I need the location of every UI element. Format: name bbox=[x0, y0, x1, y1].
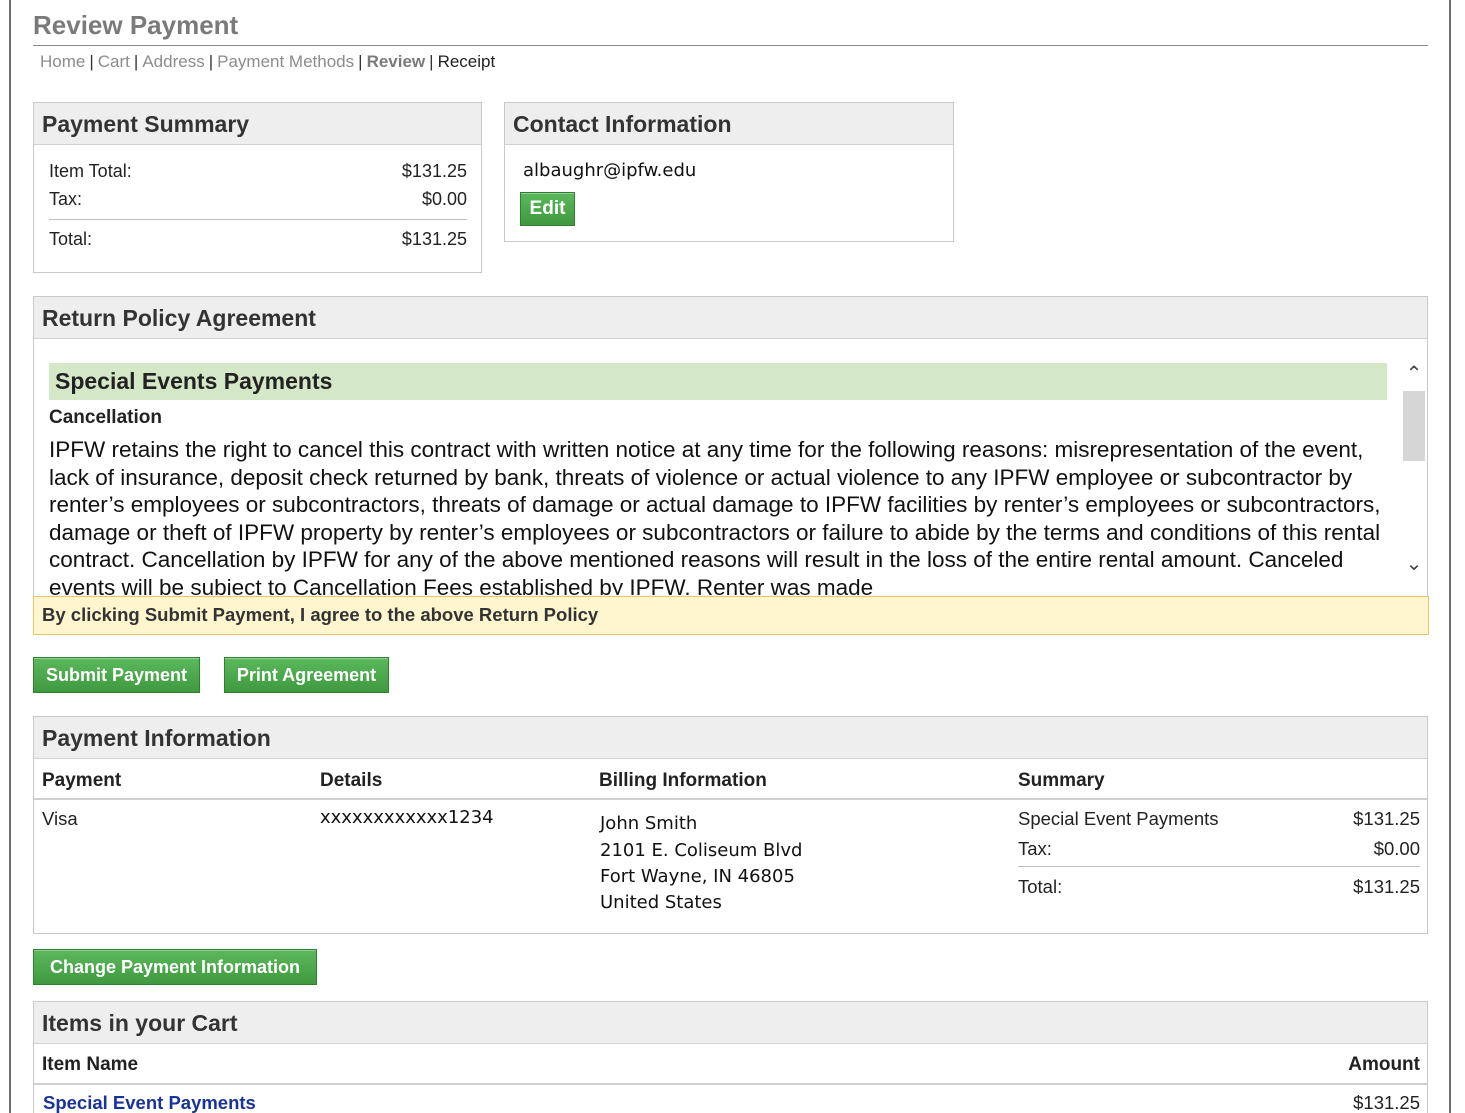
change-payment-information-button[interactable]: Change Payment Information bbox=[33, 949, 317, 985]
summary-total-row: Total: $131.25 bbox=[49, 229, 467, 250]
title-divider bbox=[33, 45, 1428, 46]
special-events-banner: Special Events Payments bbox=[49, 363, 1387, 400]
payment-summary-title: Payment Summary bbox=[34, 103, 481, 145]
page-title: Review Payment bbox=[33, 10, 239, 40]
item-name-column-header: Item Name bbox=[42, 1054, 139, 1075]
summary-total-divider bbox=[1018, 866, 1420, 867]
card-number: xxxxxxxxxxxx1234 bbox=[320, 807, 494, 828]
summary-item-label: Special Event Payments bbox=[1018, 808, 1219, 829]
cart-items-title: Items in your Cart bbox=[34, 1002, 1427, 1044]
submit-payment-button[interactable]: Submit Payment bbox=[33, 657, 200, 693]
payment-information-panel: Payment Information Payment Details Bill… bbox=[33, 716, 1428, 934]
summary-tax-value: $0.00 bbox=[421, 189, 467, 209]
breadcrumb-payment-methods[interactable]: Payment Methods bbox=[217, 52, 354, 71]
cancellation-policy-text: IPFW retains the right to cancel this co… bbox=[49, 437, 1381, 595]
summary-item-total-value: $131.25 bbox=[401, 161, 467, 181]
breadcrumb-separator: | bbox=[429, 52, 434, 71]
breadcrumb-separator: | bbox=[133, 52, 139, 71]
scrollbar-thumb[interactable] bbox=[1403, 391, 1425, 461]
breadcrumb-address[interactable]: Address bbox=[142, 52, 204, 71]
details-column-header: Details bbox=[320, 770, 383, 791]
window-frame-left bbox=[9, 0, 11, 1113]
summary-tax-label: Tax: bbox=[49, 189, 83, 209]
cart-header-divider bbox=[34, 1083, 1427, 1085]
billing-country: United States bbox=[600, 892, 722, 913]
summary-item-total-label: Item Total: bbox=[49, 161, 132, 181]
breadcrumb-receipt: Receipt bbox=[437, 52, 496, 71]
billing-column-header: Billing Information bbox=[599, 770, 767, 791]
cart-item-special-event-payments[interactable]: Special Event Payments bbox=[43, 1092, 256, 1113]
payment-information-title: Payment Information bbox=[34, 717, 1427, 759]
return-policy-scroll-area[interactable]: Special Events Payments Cancellation IPF… bbox=[34, 339, 1427, 595]
billing-street: 2101 E. Coliseum Blvd bbox=[600, 840, 803, 861]
return-policy-title: Return Policy Agreement bbox=[34, 297, 1427, 339]
breadcrumb-separator: | bbox=[208, 52, 214, 71]
billing-name: John Smith bbox=[600, 813, 698, 834]
breadcrumb-separator: | bbox=[89, 52, 94, 71]
summary-tax-row: Tax: $0.00 bbox=[49, 189, 467, 210]
breadcrumb-separator: | bbox=[358, 52, 363, 71]
summary-total-label: Total: bbox=[1018, 876, 1063, 897]
return-policy-panel: Return Policy Agreement Special Events P… bbox=[33, 296, 1429, 635]
payment-summary-panel: Payment Summary Item Total: $131.25 Tax:… bbox=[33, 102, 482, 273]
breadcrumb: Home | Cart | Address | Payment Methods | Review… bbox=[40, 52, 495, 72]
edit-contact-button[interactable]: Edit bbox=[520, 192, 575, 226]
payment-header-divider bbox=[34, 798, 1427, 800]
summary-column-header: Summary bbox=[1018, 770, 1105, 791]
payment-column-header: Payment bbox=[42, 770, 122, 791]
summary-total-value: $131.25 bbox=[1353, 876, 1420, 897]
summary-divider bbox=[49, 219, 467, 220]
payment-type: Visa bbox=[42, 808, 78, 829]
contact-email: albaughr@ipfw.edu bbox=[523, 160, 697, 181]
summary-total-label: Total: bbox=[49, 229, 93, 249]
summary-item-total-row: Item Total: $131.25 bbox=[49, 161, 467, 182]
chevron-up-icon[interactable]: ⌃ bbox=[1402, 361, 1426, 385]
cart-items-panel: Items in your Cart Item Name Amount Spec… bbox=[33, 1001, 1428, 1113]
summary-tax-value: $0.00 bbox=[1373, 838, 1420, 859]
print-agreement-button[interactable]: Print Agreement bbox=[224, 657, 389, 693]
breadcrumb-review: Review bbox=[366, 52, 426, 71]
window-frame-right bbox=[1449, 0, 1451, 1113]
return-policy-agreement-notice: By clicking Submit Payment, I agree to t… bbox=[33, 596, 1429, 635]
summary-item-value: $131.25 bbox=[1353, 808, 1420, 829]
cart-item-amount: $131.25 bbox=[1353, 1092, 1420, 1113]
breadcrumb-home[interactable]: Home bbox=[40, 52, 85, 71]
summary-tax-label: Tax: bbox=[1018, 838, 1052, 859]
amount-column-header: Amount bbox=[1348, 1054, 1420, 1075]
cancellation-heading: Cancellation bbox=[49, 407, 162, 428]
chevron-down-icon[interactable]: ⌄ bbox=[1402, 551, 1426, 575]
billing-city: Fort Wayne, IN 46805 bbox=[600, 866, 795, 887]
contact-information-title: Contact Information bbox=[505, 103, 953, 145]
summary-total-value: $131.25 bbox=[401, 229, 467, 249]
contact-information-panel: Contact Information albaughr@ipfw.edu Ed… bbox=[504, 102, 954, 242]
breadcrumb-cart[interactable]: Cart bbox=[98, 52, 130, 71]
